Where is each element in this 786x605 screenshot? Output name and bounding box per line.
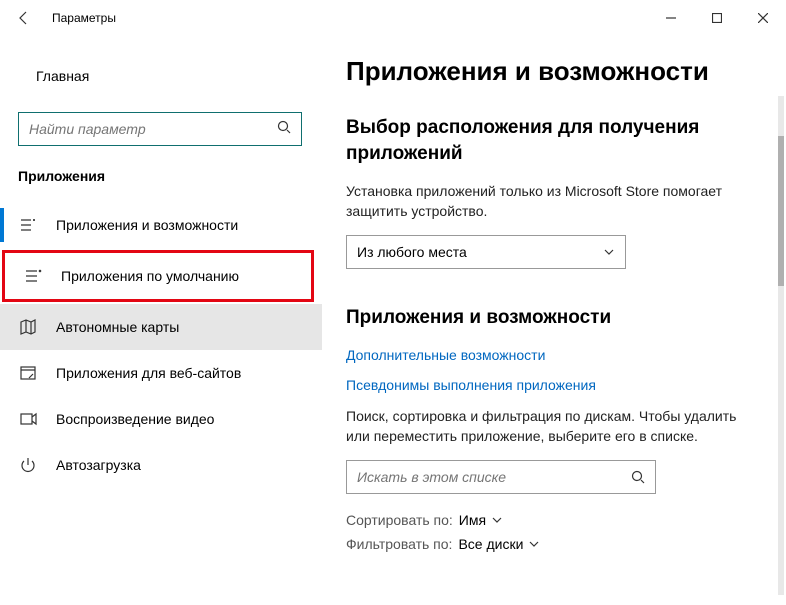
nav-label: Воспроизведение видео xyxy=(56,411,214,427)
source-description: Установка приложений только из Microsoft… xyxy=(346,182,762,221)
maximize-icon xyxy=(712,13,722,23)
section-header: Приложения xyxy=(0,168,322,184)
filter-label: Фильтровать по: xyxy=(346,536,452,552)
minimize-button[interactable] xyxy=(648,0,694,36)
video-playback-icon xyxy=(18,409,38,429)
sort-label: Сортировать по: xyxy=(346,512,453,528)
nav-label: Автозагрузка xyxy=(56,457,141,473)
default-apps-icon xyxy=(23,266,43,286)
apps-heading: Приложения и возможности xyxy=(346,305,762,331)
back-arrow-icon xyxy=(16,10,32,26)
execution-aliases-link[interactable]: Псевдонимы выполнения приложения xyxy=(346,377,762,393)
chevron-down-icon xyxy=(529,539,539,549)
chevron-down-icon xyxy=(603,246,615,258)
main-container: Главная Приложения Приложения и возможно… xyxy=(0,36,786,605)
search-input[interactable] xyxy=(29,121,277,137)
nav-label: Приложения по умолчанию xyxy=(61,268,239,284)
back-button[interactable] xyxy=(0,0,48,36)
close-icon xyxy=(758,13,768,23)
minimize-icon xyxy=(666,13,676,23)
sidebar: Главная Приложения Приложения и возможно… xyxy=(0,36,322,605)
search-icon xyxy=(631,470,645,484)
install-source-dropdown[interactable]: Из любого места xyxy=(346,235,626,269)
nav-apps-features[interactable]: Приложения и возможности xyxy=(0,202,322,248)
nav-label: Приложения для веб-сайтов xyxy=(56,365,241,381)
scrollbar-thumb[interactable] xyxy=(778,136,784,286)
sort-value: Имя xyxy=(459,512,486,528)
content-area: Приложения и возможности Выбор расположе… xyxy=(322,36,786,605)
sort-control[interactable]: Сортировать по: Имя xyxy=(346,512,762,528)
nav-apps-for-websites[interactable]: Приложения для веб-сайтов xyxy=(0,350,322,396)
nav-startup[interactable]: Автозагрузка xyxy=(0,442,322,488)
titlebar: Параметры xyxy=(0,0,786,36)
settings-search[interactable] xyxy=(18,112,302,146)
nav-video-playback[interactable]: Воспроизведение видео xyxy=(0,396,322,442)
highlight-annotation: Приложения по умолчанию xyxy=(2,250,314,302)
list-description: Поиск, сортировка и фильтрация по дискам… xyxy=(346,407,762,446)
maximize-button[interactable] xyxy=(694,0,740,36)
chevron-down-icon xyxy=(492,515,502,525)
dropdown-value: Из любого места xyxy=(357,244,467,260)
apps-features-icon xyxy=(18,215,38,235)
source-heading: Выбор расположения для получения приложе… xyxy=(346,115,762,166)
nav-offline-maps[interactable]: Автономные карты xyxy=(0,304,322,350)
optional-features-link[interactable]: Дополнительные возможности xyxy=(346,347,762,363)
home-nav[interactable]: Главная xyxy=(0,56,322,96)
nav-default-apps[interactable]: Приложения по умолчанию xyxy=(5,253,311,299)
app-search-input[interactable] xyxy=(357,469,631,485)
offline-maps-icon xyxy=(18,317,38,337)
window-title: Параметры xyxy=(52,11,116,25)
search-icon xyxy=(277,120,291,139)
page-title: Приложения и возможности xyxy=(346,56,762,87)
startup-icon xyxy=(18,455,38,475)
apps-websites-icon xyxy=(18,363,38,383)
home-label: Главная xyxy=(36,68,89,84)
filter-control[interactable]: Фильтровать по: Все диски xyxy=(346,536,762,552)
close-button[interactable] xyxy=(740,0,786,36)
filter-value: Все диски xyxy=(458,536,523,552)
window-controls xyxy=(648,0,786,36)
nav-label: Приложения и возможности xyxy=(56,217,238,233)
app-list-search[interactable] xyxy=(346,460,656,494)
content-scrollbar[interactable] xyxy=(778,96,784,595)
nav-label: Автономные карты xyxy=(56,319,179,335)
